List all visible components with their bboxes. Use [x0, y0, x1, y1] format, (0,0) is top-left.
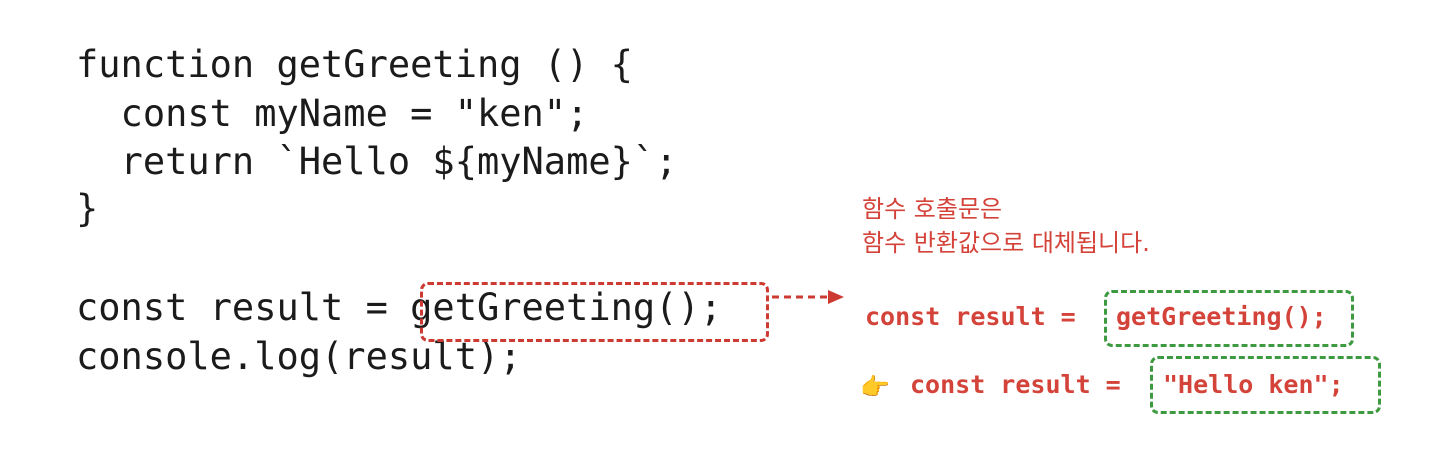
annotation-caption-line-1: 함수 호출문은 [862, 195, 1003, 223]
annotation-result-box [1150, 356, 1381, 414]
arrow-icon [772, 290, 844, 304]
code-line-4: } [76, 187, 99, 230]
annotation-call-box [1104, 290, 1354, 347]
code-line-1: function getGreeting () { [76, 43, 633, 86]
annotation-caption-line-2: 함수 반환값으로 대체됩니다. [862, 229, 1150, 257]
call-highlight-box [420, 282, 769, 342]
annotation-result-prefix: const result = [910, 370, 1136, 399]
pointing-hand-icon: 👉 [860, 373, 890, 401]
annotation-call-prefix: const result = [865, 302, 1091, 331]
code-line-2: const myName = "ken"; [76, 92, 589, 135]
code-line-3: return `Hello ${myName}`; [76, 140, 678, 183]
